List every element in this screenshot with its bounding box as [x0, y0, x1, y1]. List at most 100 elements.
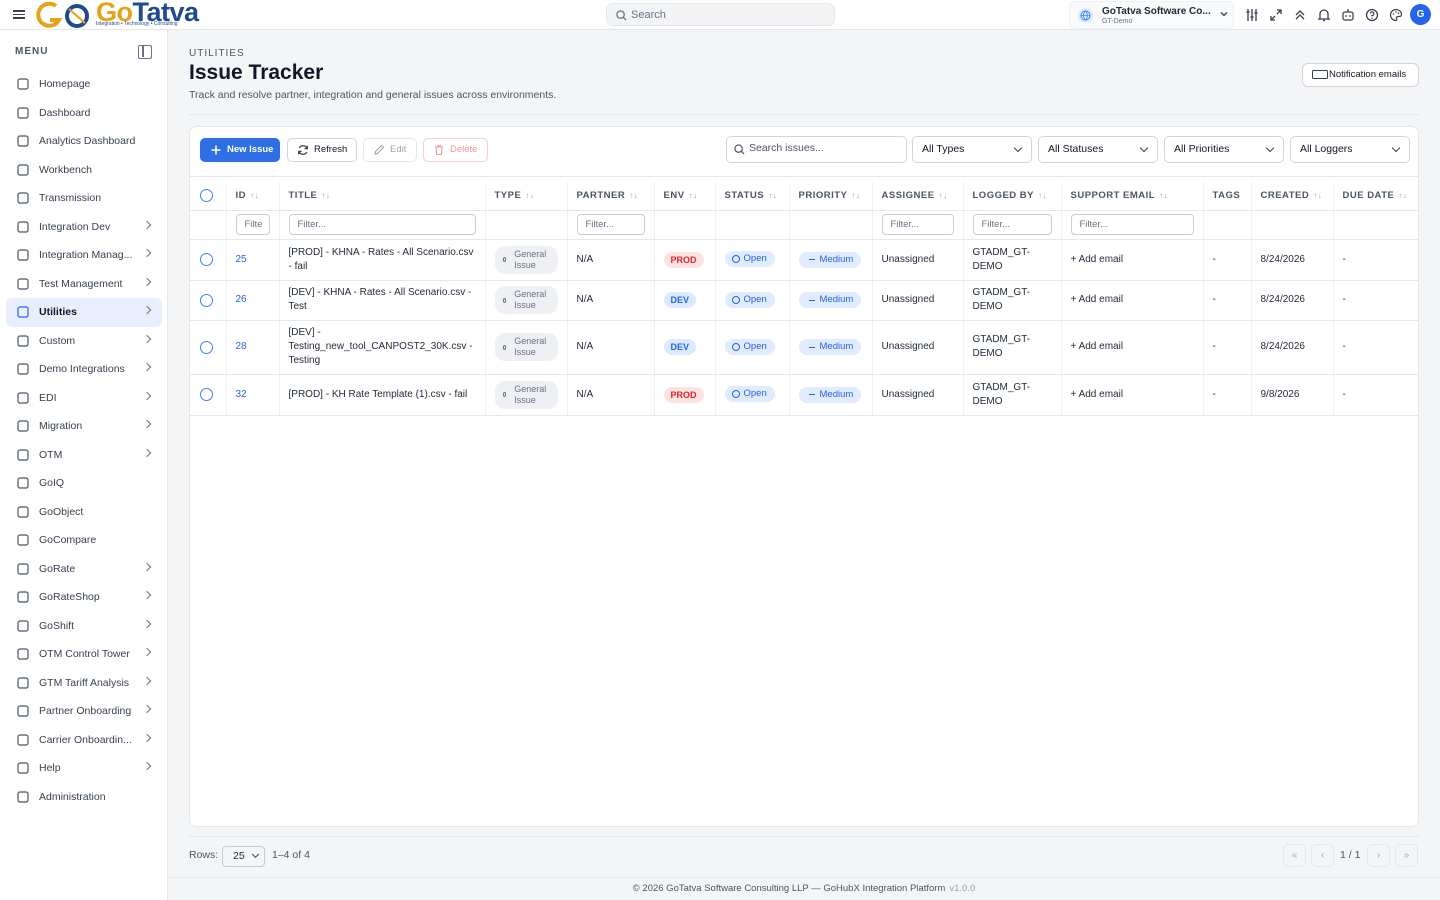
rows-label: Rows:: [189, 849, 219, 861]
table-row[interactable]: 25 [PROD] - KHNA - Rates - All Scenario.c…: [190, 239, 1418, 281]
sidebar-item-gocompare[interactable]: GoCompare: [6, 526, 162, 555]
title-filter-input[interactable]: Filter...: [288, 214, 476, 235]
hamburger-menu-icon[interactable]: [13, 8, 25, 22]
col-id[interactable]: ID ↑↓: [226, 182, 280, 211]
collapse-sidebar-icon[interactable]: [138, 45, 152, 59]
palette-icon[interactable]: [1388, 7, 1404, 23]
sidebar-item-transmission[interactable]: Transmission: [6, 184, 162, 213]
first-page-button[interactable]: «: [1283, 844, 1306, 867]
col-env[interactable]: ENV ↑↓: [654, 182, 716, 211]
priority-text: Medium: [819, 253, 854, 265]
tags-cell: -: [1203, 320, 1252, 375]
id-filter-input[interactable]: Filte: [235, 214, 270, 235]
sidebar-item-partner-onboarding[interactable]: Partner Onboarding: [6, 697, 162, 726]
chevron-down-icon: [1220, 12, 1228, 17]
user-avatar[interactable]: G: [1410, 4, 1431, 25]
assignee-filter-input[interactable]: Filter...: [881, 214, 954, 235]
issue-search-input[interactable]: [749, 142, 899, 154]
notification-emails-button[interactable]: Notification emails: [1302, 63, 1419, 87]
gotatva-logo[interactable]: GoTatva Integration • Technology • Consu…: [34, 0, 199, 30]
sidebar-item-integration-dev[interactable]: Integration Dev: [6, 213, 162, 242]
col-status[interactable]: STATUS ↑↓: [715, 182, 790, 211]
add-email-link[interactable]: + Add email: [1071, 294, 1124, 305]
assignee-cell: Unassigned: [872, 280, 964, 321]
sidebar-item-otm-control-tower[interactable]: OTM Control Tower: [6, 640, 162, 669]
priority-filter-dropdown[interactable]: All Priorities: [1164, 136, 1284, 163]
sidebar-item-otm[interactable]: OTM: [6, 441, 162, 470]
tags-text: -: [1212, 388, 1216, 400]
help-circle-icon[interactable]: [1364, 7, 1380, 23]
edit-button[interactable]: Edit: [363, 138, 417, 162]
org-name: GoTatva Software Co...: [1102, 6, 1211, 17]
col-priority[interactable]: PRIORITY ↑↓: [789, 182, 873, 211]
sidebar-item-gtm-tariff-analysis[interactable]: GTM Tariff Analysis: [6, 669, 162, 698]
table-row[interactable]: 26 [DEV] - KHNA - Rates - All Scenario.cs…: [190, 280, 1418, 321]
sidebar-item-dashboard[interactable]: Dashboard: [6, 99, 162, 128]
row-checkbox[interactable]: [200, 293, 213, 307]
sidebar-item-carrier-onboardin[interactable]: Carrier Onboardin...: [6, 726, 162, 755]
sidebar-item-custom[interactable]: Custom: [6, 327, 162, 356]
col-created[interactable]: CREATED ↑↓: [1251, 182, 1334, 211]
delete-button[interactable]: Delete: [423, 138, 488, 162]
sidebar-item-workbench[interactable]: Workbench: [6, 156, 162, 185]
add-email-link[interactable]: + Add email: [1071, 254, 1124, 265]
add-email-link[interactable]: + Add email: [1071, 341, 1124, 352]
col-assignee[interactable]: ASSIGNEE ↑↓: [872, 182, 964, 211]
global-search-input[interactable]: Search: [606, 3, 835, 26]
sidebar-item-homepage[interactable]: Homepage: [6, 70, 162, 99]
chevrons-up-icon[interactable]: [1292, 7, 1308, 23]
sidebar-item-utilities[interactable]: Utilities: [6, 298, 162, 327]
prev-page-button[interactable]: ‹: [1311, 844, 1334, 867]
col-title[interactable]: TITLE ↑↓: [279, 182, 486, 211]
top-bar: GoTatva Integration • Technology • Consu…: [0, 0, 1440, 30]
sidebar-item-goobject[interactable]: GoObject: [6, 498, 162, 527]
sidebar-item-analytics-dashboard[interactable]: Analytics Dashboard: [6, 127, 162, 156]
sidebar-item-administration[interactable]: Administration: [6, 783, 162, 812]
partner-filter-input[interactable]: Filter...: [576, 214, 645, 235]
sidebar-item-test-management[interactable]: Test Management: [6, 270, 162, 299]
refresh-button[interactable]: Refresh: [287, 138, 357, 162]
issue-id-link[interactable]: 25: [236, 254, 247, 265]
table-row[interactable]: 28 [DEV] - Testing_new_tool_CANPOST2_30K.…: [190, 320, 1418, 375]
sidebar-item-edi[interactable]: EDI: [6, 384, 162, 413]
bot-icon[interactable]: [1340, 7, 1356, 23]
col-support-email[interactable]: SUPPORT EMAIL ↑↓: [1061, 182, 1204, 211]
type-filter-dropdown[interactable]: All Types: [912, 136, 1032, 163]
sliders-icon[interactable]: [1244, 7, 1260, 23]
org-switcher[interactable]: GoTatva Software Co... GT-Demo: [1069, 1, 1234, 29]
table-row[interactable]: 32 [PROD] - KH Rate Template (1).csv - fa…: [190, 374, 1418, 416]
col-logged-by[interactable]: LOGGED BY ↑↓: [963, 182, 1062, 211]
row-checkbox[interactable]: [200, 388, 213, 401]
sidebar-item-goshift[interactable]: GoShift: [6, 612, 162, 641]
row-checkbox[interactable]: [200, 340, 213, 354]
new-issue-button[interactable]: New Issue: [200, 138, 280, 162]
issue-id-link[interactable]: 26: [236, 294, 247, 305]
sidebar-item-help[interactable]: Help: [6, 754, 162, 783]
bell-icon[interactable]: [1316, 7, 1332, 23]
sidebar-item-integration-manag[interactable]: Integration Manag...: [6, 241, 162, 270]
col-type[interactable]: TYPE ↑↓: [485, 182, 568, 211]
row-checkbox[interactable]: [200, 253, 213, 266]
rows-per-page-select[interactable]: 25: [222, 846, 265, 867]
sidebar-item-goiq[interactable]: GoIQ: [6, 469, 162, 498]
sidebar-item-gorateshop[interactable]: GoRateShop: [6, 583, 162, 612]
issue-id-link[interactable]: 32: [236, 389, 247, 400]
next-page-button[interactable]: ›: [1367, 844, 1390, 867]
select-all-checkbox[interactable]: [200, 189, 213, 203]
sidebar-item-gorate[interactable]: GoRate: [6, 555, 162, 584]
logged-by-filter-input[interactable]: Filter...: [972, 214, 1052, 235]
col-partner[interactable]: PARTNER ↑↓: [567, 182, 655, 211]
status-cell: Open: [715, 280, 790, 321]
issue-id-link[interactable]: 28: [236, 341, 247, 352]
add-email-link[interactable]: + Add email: [1071, 389, 1124, 400]
expand-icon[interactable]: [1268, 7, 1284, 23]
logger-filter-dropdown[interactable]: All Loggers: [1290, 136, 1410, 163]
sidebar-item-migration[interactable]: Migration: [6, 412, 162, 441]
status-filter-dropdown[interactable]: All Statuses: [1038, 136, 1158, 163]
col-due-date[interactable]: DUE DATE ↑↓: [1333, 182, 1418, 211]
tag-icon: [502, 257, 507, 262]
last-page-button[interactable]: »: [1395, 844, 1418, 867]
edit-label: Edit: [390, 144, 407, 155]
support-email-filter-input[interactable]: Filter...: [1070, 214, 1194, 235]
sidebar-item-demo-integrations[interactable]: Demo Integrations: [6, 355, 162, 384]
